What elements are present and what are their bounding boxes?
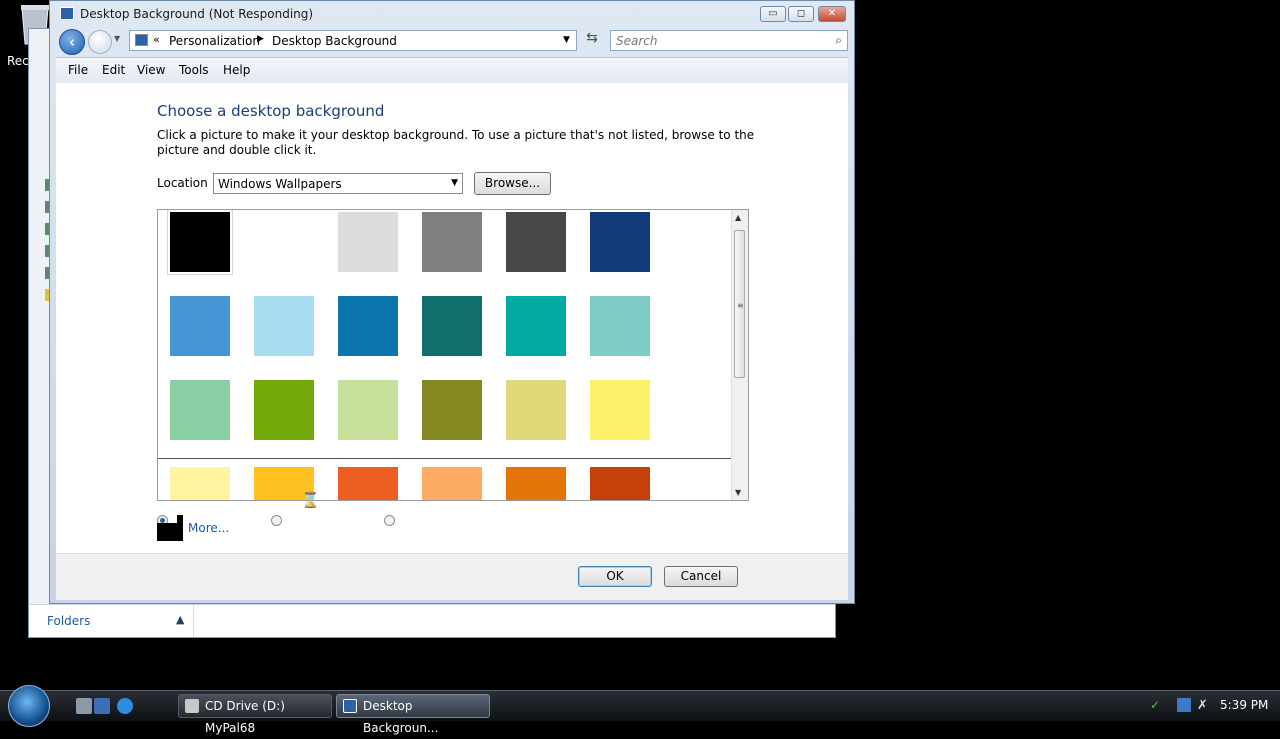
menu-help[interactable]: Help [223, 63, 250, 77]
wallpaper-tile[interactable] [506, 380, 566, 440]
wallpaper-tile[interactable] [506, 296, 566, 356]
control-panel-icon [135, 34, 148, 46]
search-icon[interactable]: ⌕ [835, 33, 842, 48]
recent-pages-dropdown-icon[interactable]: ▼ [114, 34, 120, 43]
chevron-up-icon: ▲ [176, 613, 185, 626]
cd-drive-icon [185, 699, 199, 713]
explorer-left-strip [29, 29, 50, 609]
browse-button[interactable]: Browse... [474, 172, 551, 195]
taskbar-item-label: Desktop Backgroun... [363, 699, 439, 735]
taskbar-item-cd-drive[interactable]: CD Drive (D:) MyPal68 [178, 694, 332, 735]
ok-button[interactable]: OK [578, 566, 652, 587]
menu-tools[interactable]: Tools [179, 63, 209, 77]
wallpaper-tile[interactable] [338, 212, 398, 272]
wallpaper-gallery[interactable]: ▲ ≡ ▼ [157, 209, 749, 501]
search-placeholder: Search [616, 34, 658, 48]
scroll-up-icon[interactable]: ▲ [735, 213, 741, 222]
window-title: Desktop Background (Not Responding) [80, 7, 314, 21]
show-desktop-icon[interactable] [76, 698, 92, 714]
grip-icon: ≡ [737, 301, 744, 310]
wallpaper-tile[interactable] [590, 212, 650, 272]
breadcrumb-personalization[interactable]: Personalization [169, 34, 260, 48]
cancel-button[interactable]: Cancel [664, 566, 738, 587]
scrollbar-thumb[interactable]: ≡ [734, 230, 745, 378]
menu-bar: File Edit View Tools Help [56, 57, 848, 84]
scroll-down-icon[interactable]: ▼ [735, 488, 741, 497]
window-app-icon [60, 7, 74, 20]
refresh-icon[interactable]: ⇆ [581, 30, 603, 51]
address-bar[interactable]: « Personalization ▶ Desktop Background ▼ [129, 30, 577, 51]
page-title: Choose a desktop background [157, 102, 385, 120]
address-overflow-chevron[interactable]: « [153, 33, 160, 46]
folders-toggle[interactable]: Folders ▲ [29, 605, 194, 637]
location-label: Location [157, 176, 208, 190]
menu-edit[interactable]: Edit [102, 63, 125, 77]
wallpaper-tile[interactable] [506, 467, 566, 500]
position-fill-preview [157, 515, 183, 541]
location-value: Windows Wallpapers [218, 177, 342, 191]
wallpaper-tile[interactable] [338, 296, 398, 356]
wallpaper-tile[interactable] [167, 210, 233, 275]
wallpaper-tile[interactable] [590, 467, 650, 500]
wallpaper-tile[interactable] [422, 467, 482, 500]
breadcrumb-desktop-background[interactable]: Desktop Background [272, 34, 397, 48]
menu-file[interactable]: File [68, 63, 88, 77]
chevron-down-icon[interactable]: ▼ [451, 178, 458, 188]
more-link[interactable]: More... [188, 521, 229, 535]
wallpaper-tile[interactable] [422, 296, 482, 356]
wallpaper-tile[interactable] [254, 380, 314, 440]
start-button[interactable] [8, 685, 50, 727]
gallery-scrollbar[interactable]: ▲ ≡ ▼ [731, 210, 748, 500]
wallpaper-tile[interactable] [254, 212, 314, 272]
maximize-button[interactable]: ◻ [788, 6, 814, 22]
network-icon[interactable] [1177, 698, 1191, 712]
position-tile-radio[interactable] [271, 515, 282, 526]
title-bar[interactable]: Desktop Background (Not Responding) ▭ ◻ … [50, 1, 854, 28]
control-panel-icon [343, 699, 357, 713]
desktop-background-window: Desktop Background (Not Responding) ▭ ◻ … [49, 0, 855, 604]
switch-windows-icon[interactable] [94, 698, 110, 714]
internet-explorer-icon[interactable] [117, 698, 133, 714]
volume-muted-icon[interactable]: ✗ [1197, 698, 1211, 713]
address-dropdown-icon[interactable]: ▼ [563, 35, 570, 45]
wallpaper-tile[interactable] [422, 212, 482, 272]
back-button[interactable]: ‹ [59, 29, 85, 55]
wallpaper-tile[interactable] [590, 380, 650, 440]
position-center-radio[interactable] [384, 515, 395, 526]
wallpaper-tile[interactable] [170, 467, 230, 500]
search-box[interactable]: Search ⌕ [610, 30, 848, 51]
taskbar-item-label: CD Drive (D:) MyPal68 [205, 699, 285, 735]
content-pane: Choose a desktop background Click a pict… [56, 83, 848, 553]
wallpaper-tile[interactable] [338, 380, 398, 440]
wallpaper-tile[interactable] [254, 296, 314, 356]
forward-button[interactable] [88, 30, 112, 54]
breadcrumb-separator-icon[interactable]: ▶ [257, 34, 264, 44]
wallpaper-tile[interactable] [170, 296, 230, 356]
security-check-icon[interactable]: ✓ [1150, 698, 1164, 712]
menu-view[interactable]: View [137, 63, 165, 77]
taskbar-item-desktop-background[interactable]: Desktop Backgroun... [336, 694, 490, 735]
wallpaper-tile[interactable] [170, 380, 230, 440]
wallpaper-tile[interactable] [422, 380, 482, 440]
dialog-footer: OK Cancel [56, 553, 848, 600]
minimize-button[interactable]: ▭ [760, 6, 786, 22]
busy-cursor-icon: ⌛ [301, 491, 320, 509]
folders-label: Folders [47, 614, 91, 628]
group-divider [158, 458, 732, 459]
navigation-bar: ‹ ▼ « Personalization ▶ Desktop Backgrou… [50, 28, 854, 56]
page-description: Click a picture to make it your desktop … [157, 128, 755, 157]
wallpaper-tile[interactable] [338, 467, 398, 500]
wallpaper-tile[interactable] [590, 296, 650, 356]
taskbar: CD Drive (D:) MyPal68 Desktop Backgroun.… [0, 685, 1280, 735]
taskbar-clock[interactable]: 5:39 PM [1220, 698, 1268, 712]
close-button[interactable]: ✕ [818, 6, 846, 22]
folders-bar: Folders ▲ [29, 604, 835, 637]
location-select[interactable]: Windows Wallpapers ▼ [213, 173, 463, 194]
wallpaper-tile[interactable] [506, 212, 566, 272]
